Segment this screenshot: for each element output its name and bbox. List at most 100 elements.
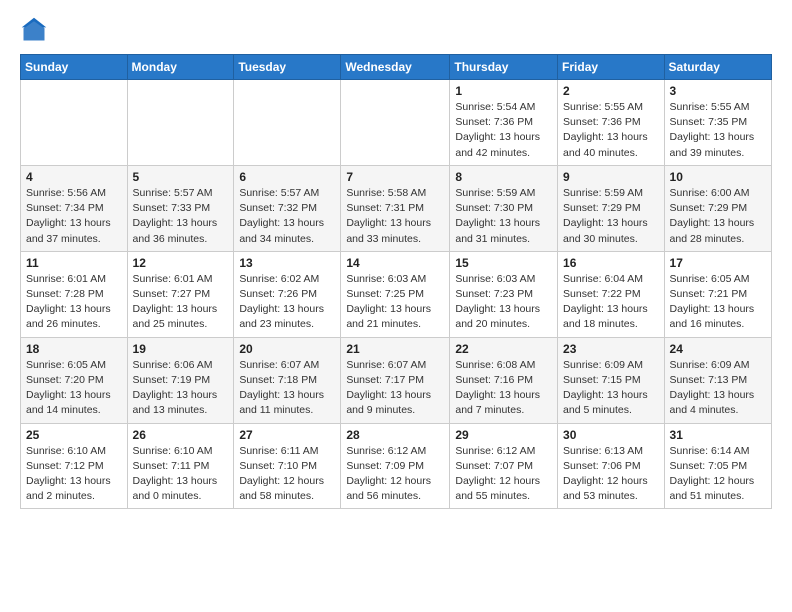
day-number: 26 <box>133 428 229 442</box>
day-info: Sunrise: 5:54 AM Sunset: 7:36 PM Dayligh… <box>455 100 552 161</box>
day-info: Sunrise: 6:08 AM Sunset: 7:16 PM Dayligh… <box>455 358 552 419</box>
day-number: 31 <box>670 428 766 442</box>
calendar-cell <box>21 80 128 166</box>
day-number: 2 <box>563 84 659 98</box>
calendar-cell: 25 Sunrise: 6:10 AM Sunset: 7:12 PM Dayli… <box>21 423 128 509</box>
calendar-week-row: 25 Sunrise: 6:10 AM Sunset: 7:12 PM Dayli… <box>21 423 772 509</box>
logo <box>20 16 52 44</box>
calendar-cell: 31 Sunrise: 6:14 AM Sunset: 7:05 PM Dayli… <box>664 423 771 509</box>
calendar-table: SundayMondayTuesdayWednesdayThursdayFrid… <box>20 54 772 509</box>
logo-icon <box>20 16 48 44</box>
calendar-header-row: SundayMondayTuesdayWednesdayThursdayFrid… <box>21 55 772 80</box>
calendar-cell: 16Sunrise: 6:04 AM Sunset: 7:22 PM Dayli… <box>558 251 665 337</box>
calendar-cell <box>127 80 234 166</box>
day-info: Sunrise: 6:10 AM Sunset: 7:11 PM Dayligh… <box>133 444 229 505</box>
day-number: 21 <box>346 342 444 356</box>
day-number: 15 <box>455 256 552 270</box>
day-number: 7 <box>346 170 444 184</box>
day-number: 28 <box>346 428 444 442</box>
calendar-week-row: 18 Sunrise: 6:05 AM Sunset: 7:20 PM Dayli… <box>21 337 772 423</box>
calendar-cell: 5 Sunrise: 5:57 AM Sunset: 7:33 PM Daylig… <box>127 165 234 251</box>
calendar-cell: 29Sunrise: 6:12 AM Sunset: 7:07 PM Dayli… <box>450 423 558 509</box>
day-info: Sunrise: 6:05 AM Sunset: 7:20 PM Dayligh… <box>26 358 122 419</box>
day-number: 9 <box>563 170 659 184</box>
day-number: 12 <box>133 256 229 270</box>
calendar-cell: 1 Sunrise: 5:54 AM Sunset: 7:36 PM Daylig… <box>450 80 558 166</box>
day-info: Sunrise: 6:14 AM Sunset: 7:05 PM Dayligh… <box>670 444 766 505</box>
calendar-cell: 12 Sunrise: 6:01 AM Sunset: 7:27 PM Dayli… <box>127 251 234 337</box>
day-number: 5 <box>133 170 229 184</box>
calendar-cell: 10 Sunrise: 6:00 AM Sunset: 7:29 PM Dayli… <box>664 165 771 251</box>
calendar-cell: 9 Sunrise: 5:59 AM Sunset: 7:29 PM Daylig… <box>558 165 665 251</box>
day-number: 13 <box>239 256 335 270</box>
day-number: 25 <box>26 428 122 442</box>
day-number: 8 <box>455 170 552 184</box>
calendar-cell: 15Sunrise: 6:03 AM Sunset: 7:23 PM Dayli… <box>450 251 558 337</box>
calendar-cell: 28 Sunrise: 6:12 AM Sunset: 7:09 PM Dayli… <box>341 423 450 509</box>
day-info: Sunrise: 6:05 AM Sunset: 7:21 PM Dayligh… <box>670 272 766 333</box>
day-number: 14 <box>346 256 444 270</box>
day-info: Sunrise: 6:12 AM Sunset: 7:07 PM Dayligh… <box>455 444 552 505</box>
day-info: Sunrise: 5:59 AM Sunset: 7:29 PM Dayligh… <box>563 186 659 247</box>
day-number: 24 <box>670 342 766 356</box>
calendar-cell <box>341 80 450 166</box>
calendar-week-row: 11Sunrise: 6:01 AM Sunset: 7:28 PM Dayli… <box>21 251 772 337</box>
calendar-cell: 8 Sunrise: 5:59 AM Sunset: 7:30 PM Daylig… <box>450 165 558 251</box>
day-number: 20 <box>239 342 335 356</box>
day-info: Sunrise: 6:02 AM Sunset: 7:26 PM Dayligh… <box>239 272 335 333</box>
calendar-cell: 13 Sunrise: 6:02 AM Sunset: 7:26 PM Dayli… <box>234 251 341 337</box>
day-info: Sunrise: 5:56 AM Sunset: 7:34 PM Dayligh… <box>26 186 122 247</box>
calendar-cell: 7 Sunrise: 5:58 AM Sunset: 7:31 PM Daylig… <box>341 165 450 251</box>
calendar-cell: 23Sunrise: 6:09 AM Sunset: 7:15 PM Dayli… <box>558 337 665 423</box>
calendar-cell: 22 Sunrise: 6:08 AM Sunset: 7:16 PM Dayli… <box>450 337 558 423</box>
calendar-week-row: 1 Sunrise: 5:54 AM Sunset: 7:36 PM Daylig… <box>21 80 772 166</box>
day-info: Sunrise: 6:03 AM Sunset: 7:25 PM Dayligh… <box>346 272 444 333</box>
day-info: Sunrise: 6:13 AM Sunset: 7:06 PM Dayligh… <box>563 444 659 505</box>
day-number: 4 <box>26 170 122 184</box>
day-number: 27 <box>239 428 335 442</box>
day-info: Sunrise: 6:01 AM Sunset: 7:28 PM Dayligh… <box>26 272 122 333</box>
calendar-week-row: 4 Sunrise: 5:56 AM Sunset: 7:34 PM Daylig… <box>21 165 772 251</box>
calendar-cell: 14 Sunrise: 6:03 AM Sunset: 7:25 PM Dayli… <box>341 251 450 337</box>
calendar-cell: 26 Sunrise: 6:10 AM Sunset: 7:11 PM Dayli… <box>127 423 234 509</box>
day-number: 1 <box>455 84 552 98</box>
day-number: 16 <box>563 256 659 270</box>
day-info: Sunrise: 6:00 AM Sunset: 7:29 PM Dayligh… <box>670 186 766 247</box>
day-info: Sunrise: 5:57 AM Sunset: 7:33 PM Dayligh… <box>133 186 229 247</box>
day-info: Sunrise: 6:11 AM Sunset: 7:10 PM Dayligh… <box>239 444 335 505</box>
calendar-cell: 18 Sunrise: 6:05 AM Sunset: 7:20 PM Dayli… <box>21 337 128 423</box>
day-number: 18 <box>26 342 122 356</box>
day-info: Sunrise: 6:06 AM Sunset: 7:19 PM Dayligh… <box>133 358 229 419</box>
calendar-cell: 6Sunrise: 5:57 AM Sunset: 7:32 PM Daylig… <box>234 165 341 251</box>
day-info: Sunrise: 5:58 AM Sunset: 7:31 PM Dayligh… <box>346 186 444 247</box>
day-info: Sunrise: 5:59 AM Sunset: 7:30 PM Dayligh… <box>455 186 552 247</box>
day-number: 19 <box>133 342 229 356</box>
day-number: 6 <box>239 170 335 184</box>
day-number: 10 <box>670 170 766 184</box>
day-info: Sunrise: 5:55 AM Sunset: 7:35 PM Dayligh… <box>670 100 766 161</box>
calendar-cell: 17Sunrise: 6:05 AM Sunset: 7:21 PM Dayli… <box>664 251 771 337</box>
calendar-cell: 4 Sunrise: 5:56 AM Sunset: 7:34 PM Daylig… <box>21 165 128 251</box>
day-info: Sunrise: 6:12 AM Sunset: 7:09 PM Dayligh… <box>346 444 444 505</box>
calendar-cell: 20 Sunrise: 6:07 AM Sunset: 7:18 PM Dayli… <box>234 337 341 423</box>
day-number: 22 <box>455 342 552 356</box>
day-info: Sunrise: 6:01 AM Sunset: 7:27 PM Dayligh… <box>133 272 229 333</box>
day-info: Sunrise: 6:09 AM Sunset: 7:13 PM Dayligh… <box>670 358 766 419</box>
calendar-cell: 21 Sunrise: 6:07 AM Sunset: 7:17 PM Dayli… <box>341 337 450 423</box>
calendar-header-sunday: Sunday <box>21 55 128 80</box>
calendar-cell <box>234 80 341 166</box>
calendar-cell: 2 Sunrise: 5:55 AM Sunset: 7:36 PM Daylig… <box>558 80 665 166</box>
day-info: Sunrise: 6:07 AM Sunset: 7:17 PM Dayligh… <box>346 358 444 419</box>
calendar-header-friday: Friday <box>558 55 665 80</box>
calendar-cell: 11Sunrise: 6:01 AM Sunset: 7:28 PM Dayli… <box>21 251 128 337</box>
calendar-cell: 19 Sunrise: 6:06 AM Sunset: 7:19 PM Dayli… <box>127 337 234 423</box>
day-info: Sunrise: 6:10 AM Sunset: 7:12 PM Dayligh… <box>26 444 122 505</box>
day-info: Sunrise: 5:55 AM Sunset: 7:36 PM Dayligh… <box>563 100 659 161</box>
page-header <box>20 16 772 44</box>
calendar-cell: 24 Sunrise: 6:09 AM Sunset: 7:13 PM Dayli… <box>664 337 771 423</box>
day-number: 23 <box>563 342 659 356</box>
calendar-cell: 30Sunrise: 6:13 AM Sunset: 7:06 PM Dayli… <box>558 423 665 509</box>
calendar-header-tuesday: Tuesday <box>234 55 341 80</box>
day-info: Sunrise: 6:07 AM Sunset: 7:18 PM Dayligh… <box>239 358 335 419</box>
calendar-cell: 3Sunrise: 5:55 AM Sunset: 7:35 PM Daylig… <box>664 80 771 166</box>
